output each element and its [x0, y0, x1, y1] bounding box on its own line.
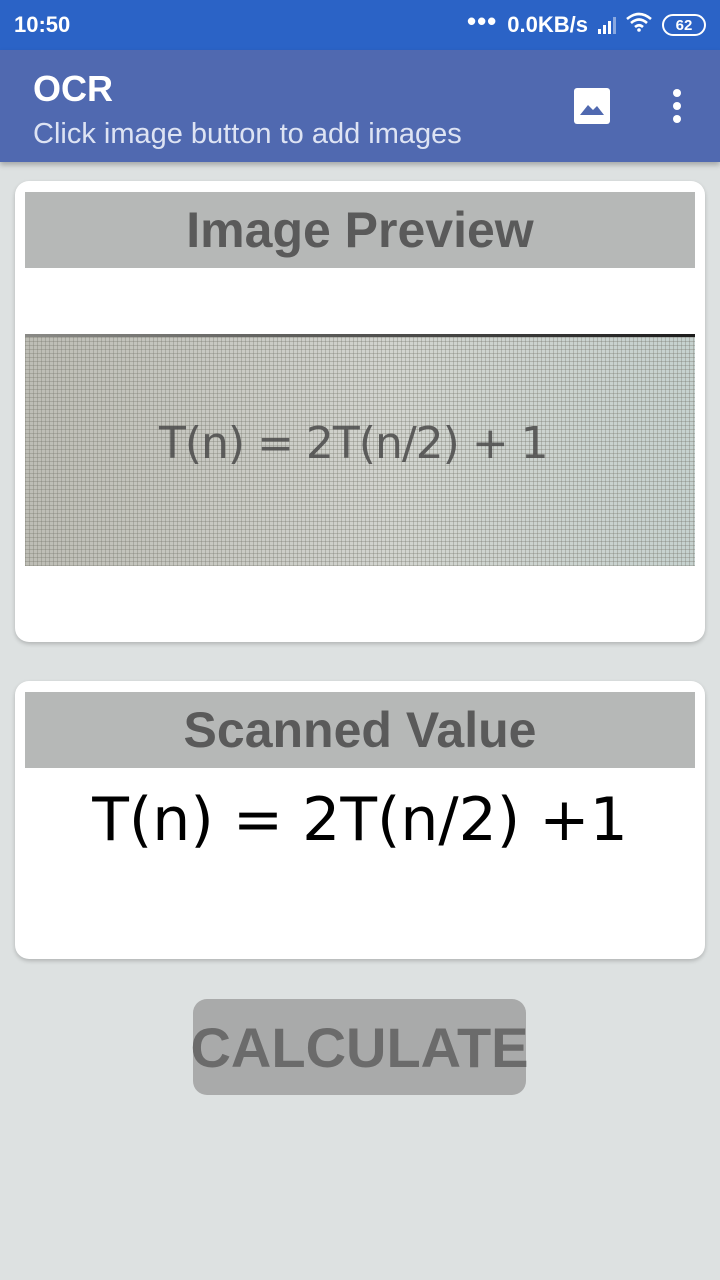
scanned-value-text: T(n) = 2T(n/2) +1 [92, 785, 628, 855]
calculate-button[interactable]: CALCULATE [190, 999, 529, 1095]
network-speed: 0.0KB/s [507, 12, 588, 37]
battery-icon: 62 [662, 14, 706, 36]
image-preview-header: Image Preview [25, 192, 695, 268]
image-icon[interactable] [574, 88, 610, 124]
photo-edge [25, 334, 695, 337]
scanned-value-header: Scanned Value [25, 692, 695, 768]
app-title: OCR [33, 68, 113, 109]
app-bar: OCR Click image button to add images [0, 50, 720, 162]
scanned-value-card: Scanned Value T(n) = 2T(n/2) +1 [15, 681, 705, 959]
status-indicators: ••• 0.0KB/s 62 [467, 8, 706, 38]
battery-level: 62 [675, 16, 693, 34]
preview-image-text: T(n) = 2T(n/2) + 1 [159, 418, 549, 469]
preview-image: T(n) = 2T(n/2) + 1 [25, 334, 695, 566]
status-time: 10:50 [14, 12, 71, 37]
status-bar: 10:50 ••• 0.0KB/s 62 [0, 0, 720, 50]
app-subtitle: Click image button to add images [33, 118, 462, 150]
image-preview-card: Image Preview T(n) = 2T(n/2) + 1 [15, 181, 705, 642]
wifi-icon [626, 12, 652, 38]
signal-icon [598, 16, 616, 34]
overflow-menu-icon[interactable] [660, 84, 694, 128]
more-dots-icon: ••• [466, 6, 498, 36]
